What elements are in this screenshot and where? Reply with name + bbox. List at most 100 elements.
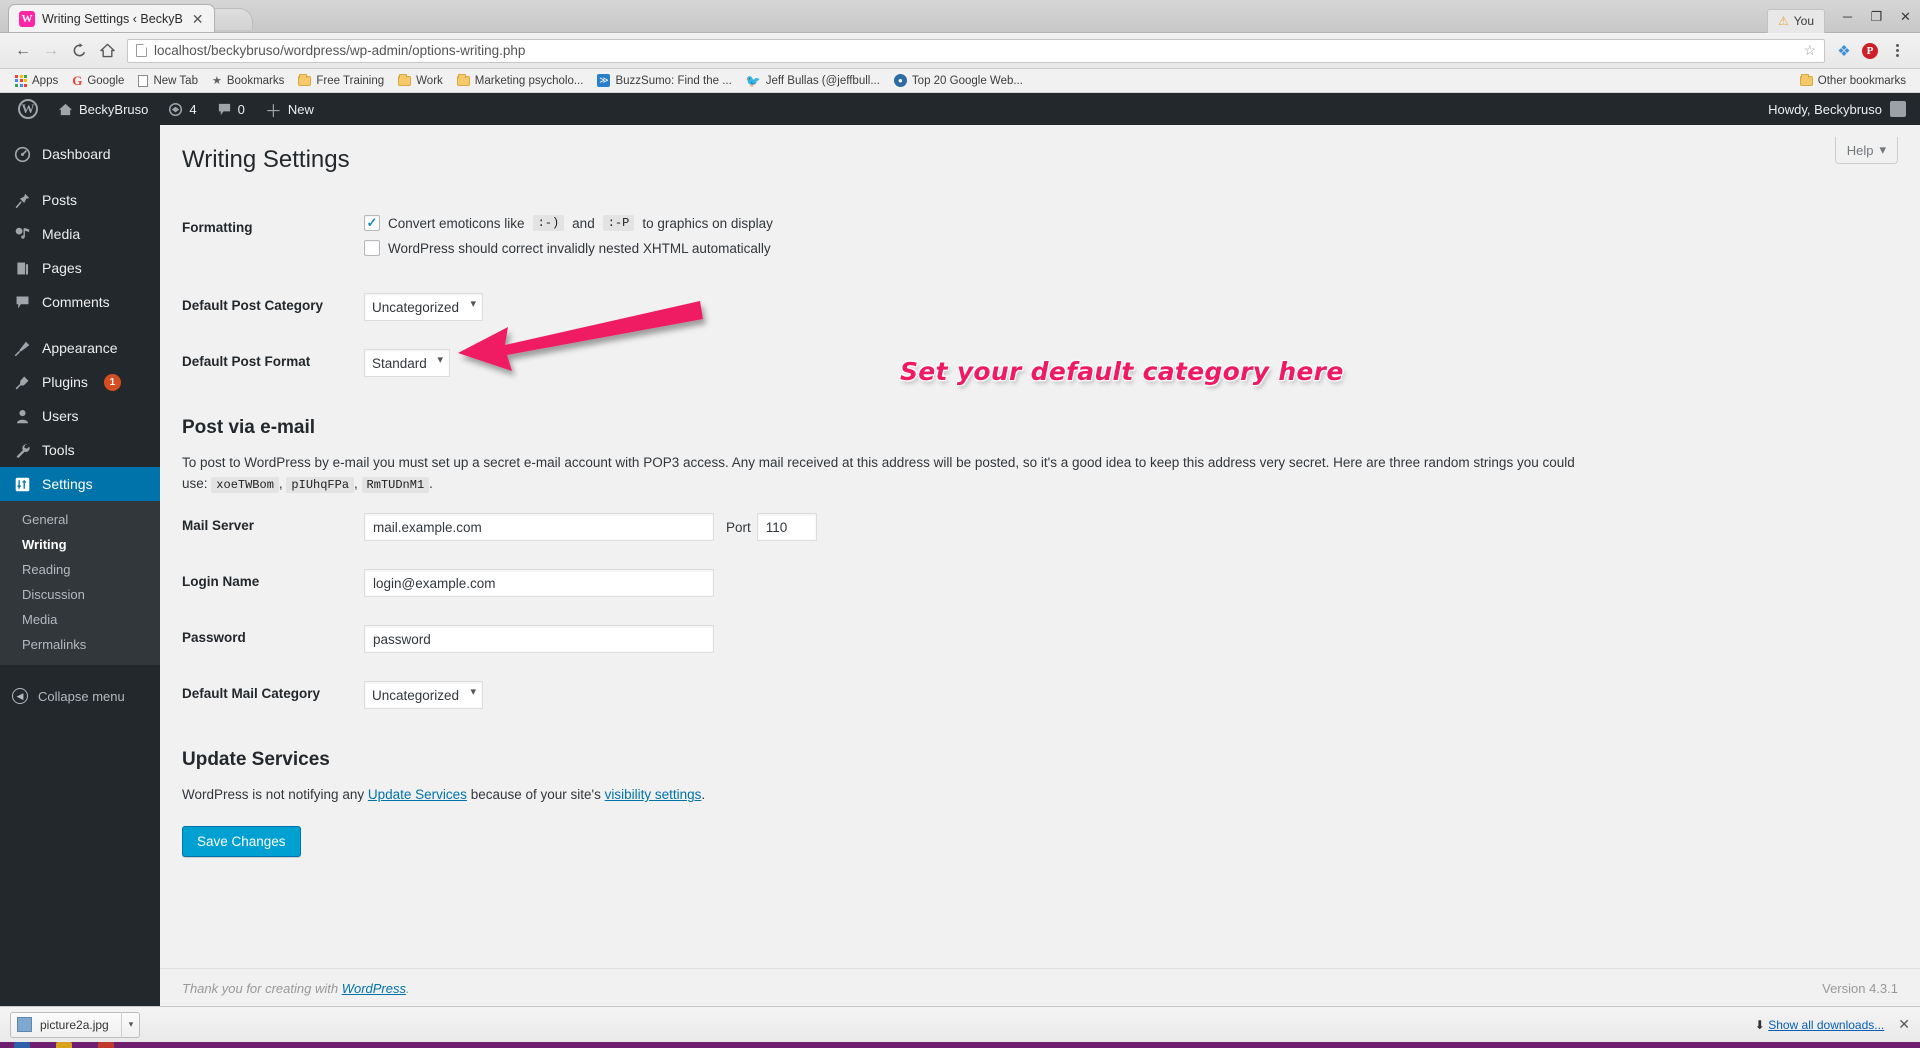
- correct-xhtml-option[interactable]: WordPress should correct invalidly neste…: [364, 240, 1890, 257]
- bookmark-label: Marketing psycholo...: [474, 74, 584, 87]
- window-minimize-button[interactable]: ─: [1833, 2, 1862, 31]
- wp-logo-menu[interactable]: W: [8, 93, 48, 125]
- window-maximize-button[interactable]: ❐: [1862, 2, 1891, 31]
- reload-icon[interactable]: [66, 38, 92, 64]
- submenu-item-discussion[interactable]: Discussion: [0, 582, 160, 607]
- convert-emoticons-checkbox[interactable]: ✓: [364, 215, 380, 232]
- show-all-downloads-link[interactable]: Show all downloads...: [1768, 1018, 1884, 1032]
- bookmark-free-training[interactable]: Free Training: [291, 73, 391, 89]
- save-changes-button[interactable]: Save Changes: [182, 825, 301, 857]
- bookmark-apps[interactable]: Apps: [8, 73, 65, 89]
- settings-content: Help ▾ Writing Settings Formatting ✓ Con…: [160, 125, 1920, 1006]
- download-item[interactable]: picture2a.jpg ▾: [10, 1011, 141, 1038]
- chrome-menu-icon[interactable]: [1884, 38, 1910, 64]
- updates-menu[interactable]: 4: [158, 93, 206, 125]
- browser-tab-writing-settings[interactable]: W Writing Settings ‹ BeckyB ✕: [8, 4, 215, 32]
- mail-port-input[interactable]: [756, 513, 817, 542]
- show-all-downloads[interactable]: ⬇ Show all downloads...: [1755, 1018, 1884, 1032]
- bookmark-star-icon[interactable]: ☆: [1803, 42, 1816, 59]
- collapse-menu-button[interactable]: ◀ Collapse menu: [0, 679, 160, 713]
- submenu-item-general[interactable]: General: [0, 507, 160, 532]
- layers-extension-icon[interactable]: ❖: [1832, 38, 1856, 64]
- correct-xhtml-checkbox[interactable]: [364, 240, 380, 257]
- visibility-settings-link[interactable]: visibility settings: [605, 787, 702, 802]
- password-input[interactable]: [364, 625, 714, 654]
- convert-emoticons-option[interactable]: ✓ Convert emoticons like :-) and :-P to …: [364, 215, 1890, 232]
- default-mail-category-select[interactable]: Uncategorized: [364, 681, 483, 710]
- brush-icon: [12, 340, 32, 357]
- submenu-item-media[interactable]: Media: [0, 607, 160, 632]
- login-name-label: Login Name: [182, 574, 260, 590]
- collapse-icon: ◀: [12, 688, 28, 704]
- wordpress-link[interactable]: WordPress: [342, 981, 406, 996]
- dashboard-icon: [12, 146, 32, 163]
- account-menu[interactable]: Howdy, Beckybruso: [1768, 101, 1920, 117]
- help-tab-button[interactable]: Help ▾: [1834, 137, 1898, 164]
- emoticon-code-2: :-P: [602, 215, 635, 232]
- bookmark-label: Other bookmarks: [1817, 74, 1906, 87]
- sidebar-item-plugins[interactable]: Plugins 1: [0, 365, 160, 399]
- download-menu-caret-icon[interactable]: ▾: [120, 1011, 133, 1038]
- tab-close-icon[interactable]: ✕: [190, 12, 206, 26]
- updates-count: 4: [189, 101, 197, 117]
- document-icon: [138, 74, 149, 87]
- taskbar-peek: [0, 1042, 1920, 1048]
- menu-separator: [0, 171, 160, 183]
- downloads-bar-right: ⬇ Show all downloads... ✕: [1755, 1016, 1910, 1033]
- page-info-icon: [136, 44, 147, 57]
- default-post-category-select[interactable]: Uncategorized: [364, 293, 483, 322]
- home-icon[interactable]: [94, 38, 120, 64]
- sidebar-item-users[interactable]: Users: [0, 399, 160, 433]
- folder-icon: [298, 73, 312, 86]
- other-bookmarks-folder[interactable]: Other bookmarks: [1794, 73, 1912, 89]
- formatting-label: Formatting: [182, 220, 253, 236]
- window-close-button[interactable]: ✕: [1891, 2, 1920, 31]
- sidebar-item-settings[interactable]: Settings: [0, 467, 160, 501]
- sidebar-item-appearance[interactable]: Appearance: [0, 331, 160, 365]
- sidebar-item-pages[interactable]: Pages: [0, 251, 160, 285]
- bookmark-top-20-google-web[interactable]: ● Top 20 Google Web...: [887, 72, 1030, 89]
- pinterest-extension-icon[interactable]: P: [1858, 38, 1882, 64]
- mail-server-input[interactable]: [364, 513, 714, 542]
- tab-strip: W Writing Settings ‹ BeckyB ✕ ⚠ You ─ ❐ …: [0, 0, 1920, 33]
- bookmark-label: Top 20 Google Web...: [911, 74, 1023, 87]
- twitter-icon: 🐦: [745, 73, 761, 88]
- address-bar[interactable]: localhost/beckybruso/wordpress/wp-admin/…: [127, 38, 1825, 63]
- sidebar-item-tools[interactable]: Tools: [0, 433, 160, 467]
- forward-icon[interactable]: →: [38, 38, 64, 64]
- password-row: Password: [182, 611, 1900, 667]
- sidebar-item-posts[interactable]: Posts: [0, 183, 160, 217]
- pages-icon: [12, 260, 32, 277]
- back-icon[interactable]: ←: [10, 38, 36, 64]
- update-services-text-mid: because of your site's: [470, 787, 601, 803]
- submenu-item-reading[interactable]: Reading: [0, 557, 160, 582]
- new-content-menu[interactable]: ＋ New: [255, 93, 324, 125]
- default-post-format-select-wrap: Standard: [364, 349, 450, 378]
- sidebar-item-media[interactable]: Media: [0, 217, 160, 251]
- login-name-input[interactable]: [364, 569, 714, 598]
- update-services-link[interactable]: Update Services: [368, 787, 467, 802]
- comments-menu[interactable]: 0: [207, 93, 255, 125]
- bookmark-bookmarks[interactable]: ★ Bookmarks: [205, 72, 291, 89]
- bookmark-buzzsumo[interactable]: ≫ BuzzSumo: Find the ...: [590, 72, 738, 89]
- bookmark-new-tab[interactable]: New Tab: [131, 73, 205, 89]
- bookmark-work[interactable]: Work: [391, 73, 450, 89]
- sidebar-item-comments[interactable]: Comments: [0, 285, 160, 319]
- bookmark-jeff-bullas[interactable]: 🐦 Jeff Bullas (@jeffbull...: [739, 72, 887, 90]
- url-text: localhost/beckybruso/wordpress/wp-admin/…: [154, 43, 526, 58]
- default-post-format-select[interactable]: Standard: [364, 349, 450, 378]
- sidebar-item-dashboard[interactable]: Dashboard: [0, 137, 160, 171]
- bookmark-google[interactable]: G Google: [65, 71, 131, 91]
- downloads-bar-close-icon[interactable]: ✕: [1898, 1016, 1910, 1033]
- bookmark-label: Bookmarks: [226, 74, 285, 87]
- collapse-menu-label: Collapse menu: [38, 688, 125, 704]
- new-tab-button[interactable]: [208, 8, 253, 30]
- site-name-menu[interactable]: BeckyBruso: [48, 93, 158, 125]
- bookmarks-bar: Apps G Google New Tab ★ Bookmarks Free T…: [0, 69, 1920, 93]
- bookmark-marketing-psychology[interactable]: Marketing psycholo...: [450, 73, 591, 89]
- profile-chip[interactable]: ⚠ You: [1766, 9, 1825, 33]
- correct-xhtml-label: WordPress should correct invalidly neste…: [388, 240, 771, 256]
- submenu-item-writing[interactable]: Writing: [0, 532, 160, 557]
- sidebar-item-label: Appearance: [42, 340, 118, 356]
- submenu-item-permalinks[interactable]: Permalinks: [0, 632, 160, 657]
